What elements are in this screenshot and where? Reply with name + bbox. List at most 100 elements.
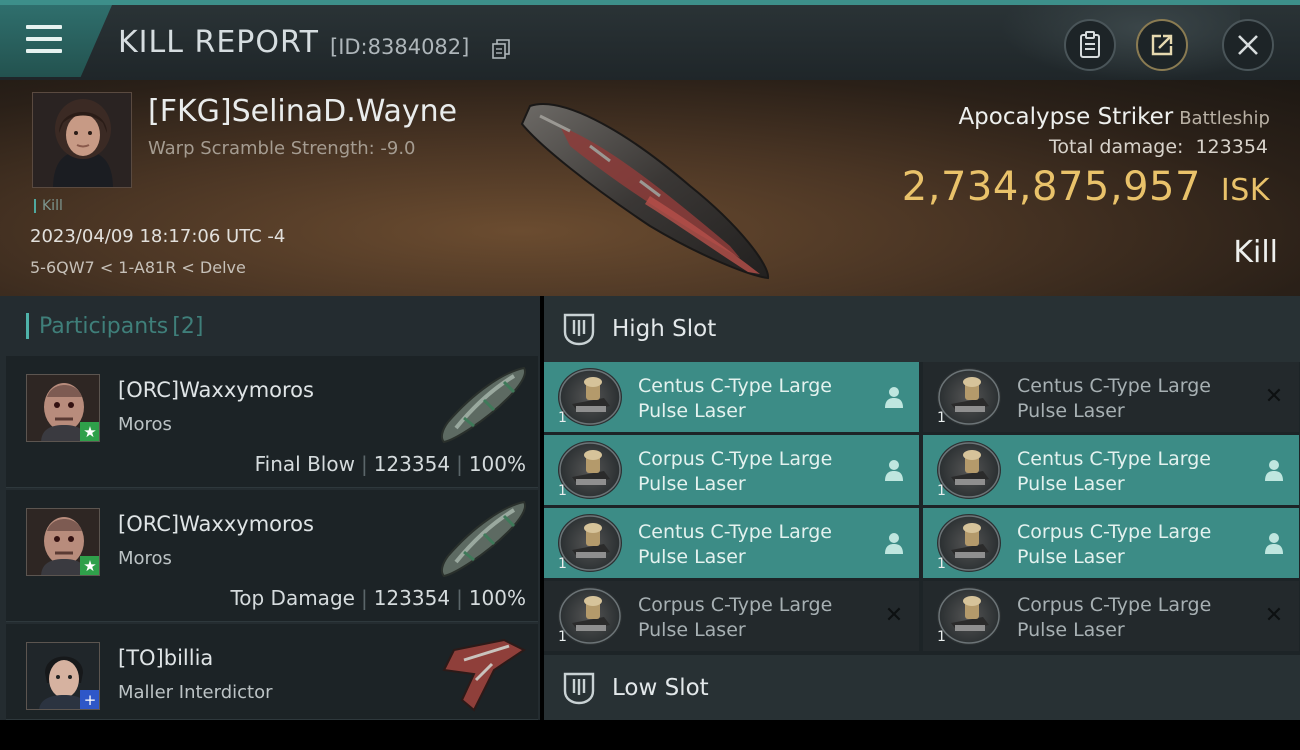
participant-portrait[interactable]: ★ <box>26 374 100 442</box>
copy-icon[interactable] <box>492 39 510 59</box>
high-slot-module[interactable]: 1 Corpus C-Type Large Pulse Laser <box>923 508 1299 578</box>
module-name: Corpus C-Type Large Pulse Laser <box>638 447 832 497</box>
total-damage-value: 123354 <box>1195 136 1268 158</box>
kill-datetime: 2023/04/09 18:17:06 UTC -4 <box>30 226 286 247</box>
low-slot-header: Low Slot <box>544 655 1300 721</box>
participants-label: Participants <box>39 313 169 339</box>
high-slot-header: High Slot <box>544 296 1300 362</box>
share-icon <box>1151 34 1173 56</box>
high-slot-module[interactable]: 1 Corpus C-Type Large Pulse Laser ✕ <box>544 581 919 651</box>
high-slot-icon <box>563 313 595 346</box>
participants-count: [2] <box>172 313 204 339</box>
participant-stats: Top Damage | 123354 | 100% <box>230 586 526 610</box>
high-slot-module[interactable]: 1 Corpus C-Type Large Pulse Laser <box>544 435 919 505</box>
participant-row[interactable]: ★ [ORC]Waxxymoros Moros Top Damage | 12335… <box>6 490 538 622</box>
share-button[interactable] <box>1136 19 1188 71</box>
module-name-line1: Centus C-Type Large <box>1017 375 1211 397</box>
participant-ship: Moros <box>118 548 172 569</box>
report-id: [ID:8384082] <box>330 35 470 59</box>
high-slot-module[interactable]: 1 Centus C-Type Large Pulse Laser ✕ <box>923 362 1299 432</box>
star-badge-icon: ★ <box>80 556 99 575</box>
destroyed-x-icon: ✕ <box>1264 603 1284 628</box>
menu-icon <box>26 25 62 53</box>
module-quantity: 1 <box>558 556 567 572</box>
module-name-line2: Pulse Laser <box>638 473 746 495</box>
destroyed-x-icon: ✕ <box>884 603 904 628</box>
participant-ship: Moros <box>118 414 172 435</box>
victim-ship-name[interactable]: Apocalypse Striker Battleship <box>958 104 1270 130</box>
high-slot-module[interactable]: 1 Corpus C-Type Large Pulse Laser ✕ <box>923 581 1299 651</box>
participant-name[interactable]: [TO]billia <box>118 646 213 670</box>
screen-bottom-bar <box>0 720 1300 750</box>
close-button[interactable] <box>1222 19 1274 71</box>
participant-damage: 123354 <box>373 586 451 610</box>
participant-row[interactable]: ★ [ORC]Waxxymoros Moros Final Blow | 12335… <box>6 356 538 488</box>
isk-amount: 2,734,875,957 <box>901 164 1201 210</box>
ship-class: Battleship <box>1179 108 1270 129</box>
module-name: Centus C-Type Large Pulse Laser <box>638 374 832 424</box>
participant-row[interactable]: + [TO]billia Maller Interdictor <box>6 624 538 720</box>
participant-role: Top Damage <box>230 586 355 610</box>
warp-scramble-strength: Warp Scramble Strength: -9.0 <box>148 138 416 159</box>
person-icon <box>883 531 905 555</box>
total-damage: Total damage: 123354 <box>1049 136 1268 158</box>
module-name: Corpus C-Type Large Pulse Laser <box>1017 593 1211 643</box>
participants-header: Participants [2] <box>0 296 540 356</box>
plus-badge-icon: + <box>80 690 99 709</box>
fitting-panel: High Slot 1 Centus C-Type Large Pulse Lase… <box>544 296 1300 735</box>
module-name-line1: Corpus C-Type Large <box>1017 521 1212 543</box>
clipboard-icon <box>1080 31 1100 58</box>
participant-damage: 123354 <box>373 452 451 476</box>
pulse-laser-icon <box>937 441 1001 499</box>
participants-accent-bar <box>26 313 29 339</box>
module-name-line1: Centus C-Type Large <box>638 375 832 397</box>
module-name: Centus C-Type Large Pulse Laser <box>1017 447 1211 497</box>
module-name-line1: Centus C-Type Large <box>1017 448 1211 470</box>
high-slot-module[interactable]: 1 Centus C-Type Large Pulse Laser <box>544 508 919 578</box>
pulse-laser-icon <box>937 587 1001 645</box>
high-slot-grid: 1 Centus C-Type Large Pulse Laser 1 Centus C… <box>544 362 1300 651</box>
module-name-line2: Pulse Laser <box>1017 619 1125 641</box>
participant-portrait[interactable]: ★ <box>26 508 100 576</box>
module-name-line2: Pulse Laser <box>1017 546 1125 568</box>
participant-ship-image <box>440 366 526 444</box>
victim-portrait[interactable] <box>32 92 132 188</box>
person-icon <box>1263 458 1285 482</box>
close-icon <box>1238 35 1258 55</box>
participant-role: Final Blow <box>254 452 355 476</box>
isk-unit: ISK <box>1220 173 1270 208</box>
module-quantity: 1 <box>558 410 567 426</box>
destroyed-x-icon: ✕ <box>1264 384 1284 409</box>
high-slot-module[interactable]: 1 Centus C-Type Large Pulse Laser <box>544 362 919 432</box>
participant-ship-image <box>440 500 526 578</box>
victim-name[interactable]: [FKG]SelinaD.Wayne <box>148 94 457 129</box>
star-badge-icon: ★ <box>80 422 99 441</box>
participant-name[interactable]: [ORC]Waxxymoros <box>118 378 314 402</box>
clipboard-button[interactable] <box>1064 19 1116 71</box>
menu-button[interactable] <box>0 5 112 77</box>
person-icon <box>1263 531 1285 555</box>
high-slot-label: High Slot <box>612 316 717 342</box>
victim-banner: [FKG]SelinaD.Wayne Warp Scramble Strengt… <box>0 80 1300 296</box>
module-name-line1: Centus C-Type Large <box>638 521 832 543</box>
module-name-line2: Pulse Laser <box>638 400 746 422</box>
kill-location[interactable]: 5-6QW7 < 1-A81R < Delve <box>30 258 246 277</box>
low-slot-icon <box>563 672 595 705</box>
header-decoration <box>1000 5 1240 81</box>
pulse-laser-icon <box>558 587 622 645</box>
high-slot-module[interactable]: 1 Centus C-Type Large Pulse Laser <box>923 435 1299 505</box>
module-name: Centus C-Type Large Pulse Laser <box>1017 374 1211 424</box>
pulse-laser-icon <box>558 441 622 499</box>
module-name: Corpus C-Type Large Pulse Laser <box>1017 520 1211 570</box>
module-name-line1: Corpus C-Type Large <box>638 448 833 470</box>
participant-stats: Final Blow | 123354 | 100% <box>254 452 526 476</box>
module-name: Centus C-Type Large Pulse Laser <box>638 520 832 570</box>
module-name-line1: Corpus C-Type Large <box>1017 594 1212 616</box>
participant-portrait[interactable]: + <box>26 642 100 710</box>
ship-name-text: Apocalypse Striker <box>958 104 1174 130</box>
low-slot-label: Low Slot <box>612 675 709 701</box>
participant-name[interactable]: [ORC]Waxxymoros <box>118 512 314 536</box>
module-quantity: 1 <box>937 410 946 426</box>
kill-tag: Kill <box>34 199 63 213</box>
pulse-laser-icon <box>937 514 1001 572</box>
